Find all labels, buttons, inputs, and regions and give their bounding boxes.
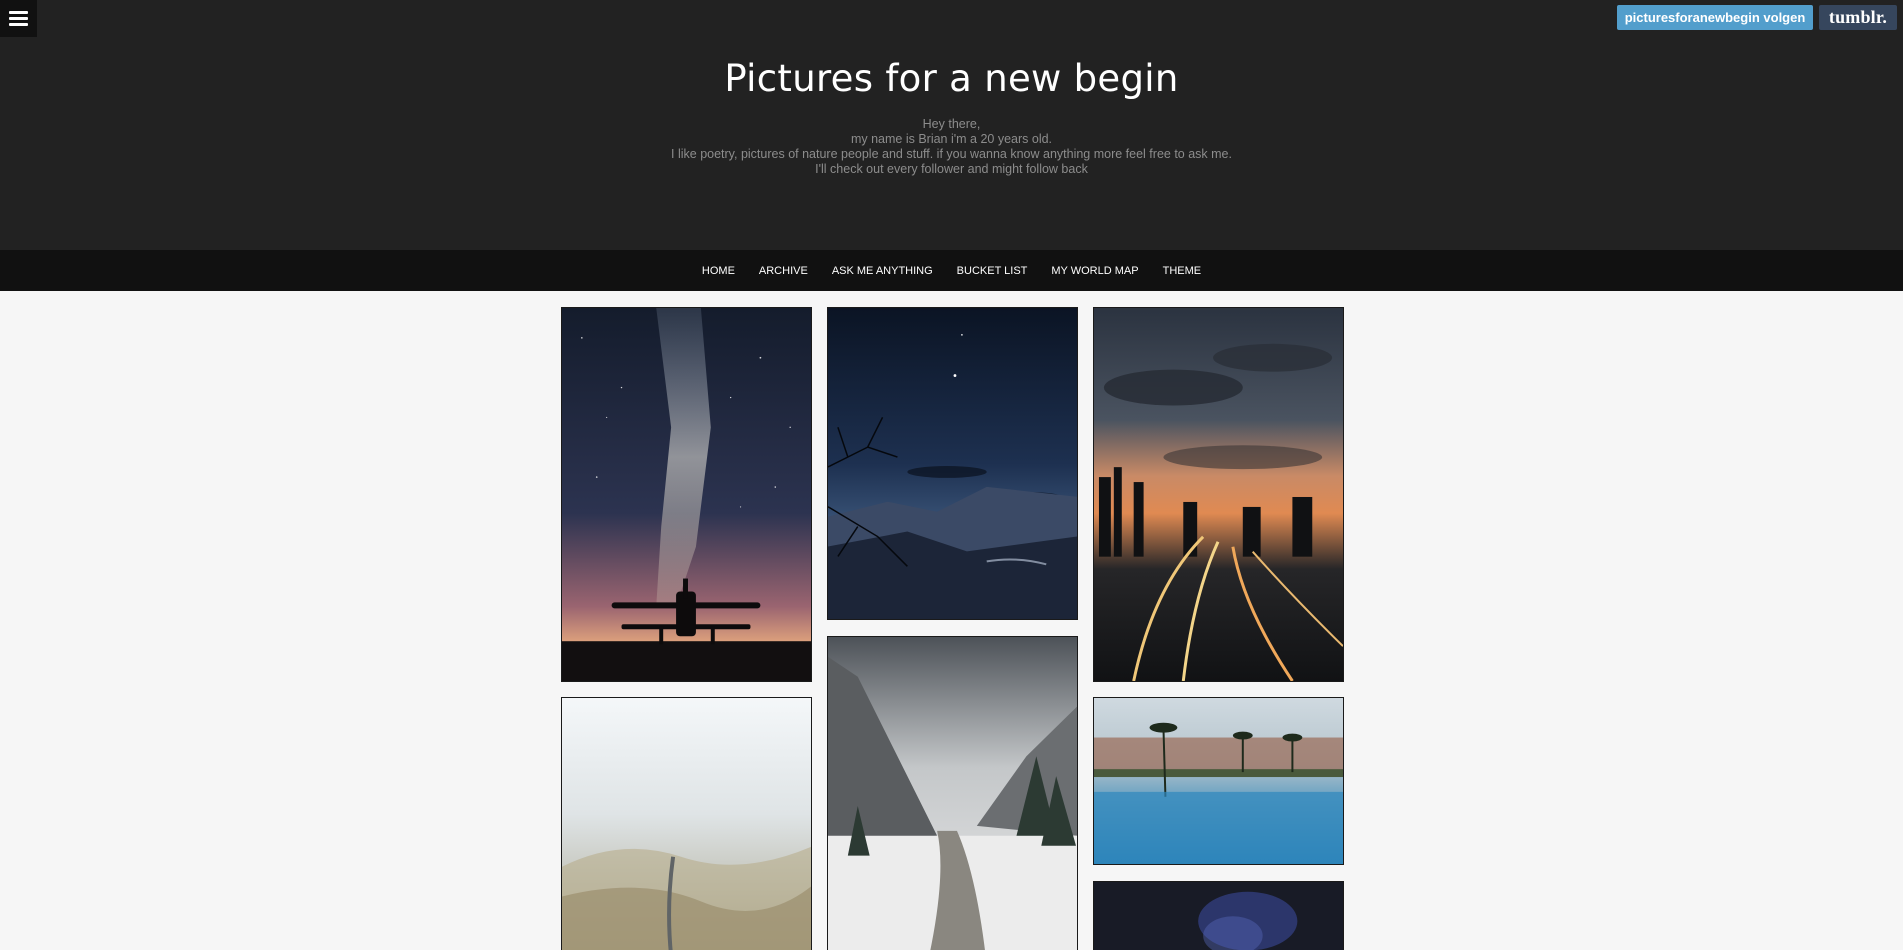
hamburger-menu-icon (9, 11, 28, 26)
description-line: I like poetry, pictures of nature people… (671, 147, 1232, 161)
night-sky-nebula-image (1094, 882, 1343, 950)
misty-forest-road-image (562, 698, 811, 950)
photo-post-snowy-mountain-river[interactable] (827, 636, 1078, 950)
description-line: Hey there, (922, 117, 981, 131)
palm-resort-pool-image (1094, 698, 1343, 864)
photo-post-palm-resort-pool[interactable] (1093, 697, 1344, 865)
nav-bucket-list[interactable]: BUCKET LIST (957, 265, 1028, 277)
tumblr-logo-button[interactable]: tumblr. (1819, 5, 1897, 30)
night-mountains-branches-image (828, 308, 1077, 619)
menu-button[interactable] (0, 0, 37, 37)
main-nav: HOME ARCHIVE ASK ME ANYTHING BUCKET LIST… (0, 250, 1903, 291)
snowy-mountain-river-image (828, 637, 1077, 950)
description-line: my name is Brian i'm a 20 years old. (850, 132, 1053, 146)
nav-theme[interactable]: THEME (1163, 265, 1202, 277)
nav-my-world-map[interactable]: MY WORLD MAP (1051, 265, 1138, 277)
follow-button[interactable]: picturesforanewbegin volgen (1617, 5, 1813, 30)
photo-post-night-mountains-branches[interactable] (827, 307, 1078, 620)
photo-post-milky-way-biplane[interactable] (561, 307, 812, 682)
photo-post-misty-forest-road[interactable] (561, 697, 812, 950)
nav-home[interactable]: HOME (702, 265, 735, 277)
nav-ask-me-anything[interactable]: ASK ME ANYTHING (832, 265, 933, 277)
blog-title: Pictures for a new begin (724, 57, 1179, 100)
blog-description: Hey there, my name is Brian i'm a 20 yea… (0, 117, 1903, 177)
city-highway-sunset-image (1094, 308, 1343, 681)
blog-header: picturesforanewbegin volgen tumblr. Pict… (0, 0, 1903, 250)
photo-post-night-sky-nebula[interactable] (1093, 881, 1344, 950)
nav-archive[interactable]: ARCHIVE (759, 265, 808, 277)
milky-way-biplane-image (562, 308, 811, 681)
description-line: I'll check out every follower and might … (815, 162, 1088, 176)
photo-post-city-highway-sunset[interactable] (1093, 307, 1344, 682)
